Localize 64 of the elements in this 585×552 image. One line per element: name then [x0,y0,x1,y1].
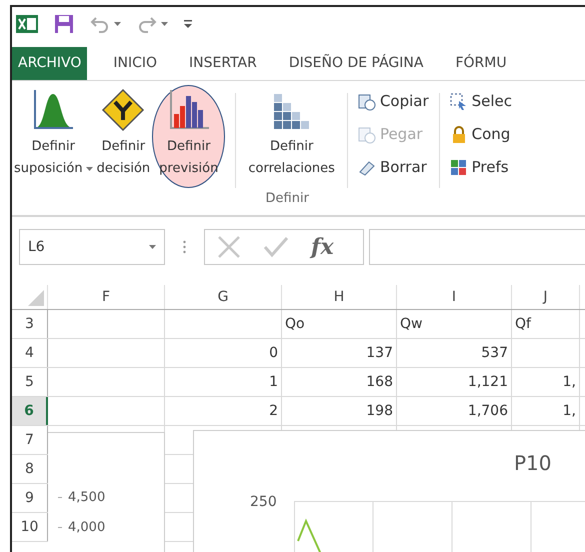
table-cell-text: 1,706 [468,402,508,420]
table-cell-text: 1,121 [468,372,508,392]
name-box[interactable]: L6 [19,229,165,265]
select-all-corner-icon[interactable] [28,290,44,306]
spreadsheet-app-icon[interactable] [16,12,38,34]
row-header[interactable]: 3 [12,310,48,338]
column-header[interactable]: H [282,285,397,309]
ribbon-large-button[interactable]: Definir decisión [94,85,152,188]
ribbon-small-button[interactable]: Borrar [358,151,429,184]
table-cell-text: 137 [366,344,393,362]
group-label: Definir [266,190,309,208]
table-cell-text: Qf [515,314,531,334]
formula-input[interactable] [369,229,585,265]
axis-label: 250 [250,493,277,512]
dropdown-caret-icon [149,245,156,249]
ribbon-small-button[interactable]: Cong [450,118,512,151]
table-cell-text: 198 [366,402,393,420]
ribbon-tab[interactable]: INSERTAR [183,47,263,80]
table-cell-text: 168 [366,372,393,392]
column-header[interactable]: G [165,285,282,309]
ribbon-tab[interactable]: ARCHIVO [12,47,88,80]
chart-area[interactable]: 4,500 4,000 [48,432,165,552]
clipboard-icon [358,126,376,144]
column-header[interactable]: I [397,285,512,309]
table-cell-text: 537 [481,344,508,362]
row-header[interactable]: 4 [12,339,48,367]
eraser-icon [358,158,376,176]
axis-label: 4,500 [68,489,106,507]
redo-icon[interactable] [137,14,157,32]
ribbon-small-button[interactable]: Selec [450,85,512,118]
undo-icon[interactable] [90,14,110,32]
cell-reference: L6 [28,238,45,256]
fork-sign-icon [101,88,146,132]
ribbon-tab[interactable]: FÓRMU [449,47,513,80]
save-icon[interactable] [54,14,74,34]
chart-area[interactable]: P10 250 [193,430,585,552]
colored-grid-icon [450,158,468,176]
cancel-icon[interactable] [217,235,241,259]
checkmark-icon[interactable] [263,236,289,258]
row-header[interactable]: 5 [12,368,48,396]
table-cell-text: 1, [562,402,576,420]
ribbon-small-button[interactable]: Copiar [358,85,429,118]
ribbon-large-button[interactable]: Definir correlaciones [246,85,337,188]
ribbon-large-button[interactable]: Definir suposición [12,85,95,188]
insert-function-button[interactable]: fx [311,230,334,264]
table-cell-text: 2 [269,402,278,420]
table-cell-text: 1 [269,372,278,392]
drag-handle-icon[interactable] [183,240,186,254]
table-cell-text: 0 [269,344,278,362]
table-cell-text: Qw [400,314,422,334]
chart-title: P10 [514,450,552,477]
column-header[interactable]: F [48,285,165,309]
bell-curve-icon [31,88,76,132]
column-header[interactable]: J [512,285,580,309]
customize-menu-icon[interactable] [184,20,192,28]
axis-label: 4,000 [68,518,106,536]
ribbon-tab[interactable]: DISEÑO DE PÁGINA [282,47,430,80]
ribbon-tab[interactable]: INICIO [107,47,164,80]
selection-cursor-icon [450,92,468,110]
table-cell-text: Qo [285,314,305,334]
row-header[interactable]: 6 [12,397,48,425]
ribbon-small-button[interactable]: Prefs [450,151,512,184]
clipboard-icon [358,92,376,110]
table-cell-text: 1, [562,372,576,392]
